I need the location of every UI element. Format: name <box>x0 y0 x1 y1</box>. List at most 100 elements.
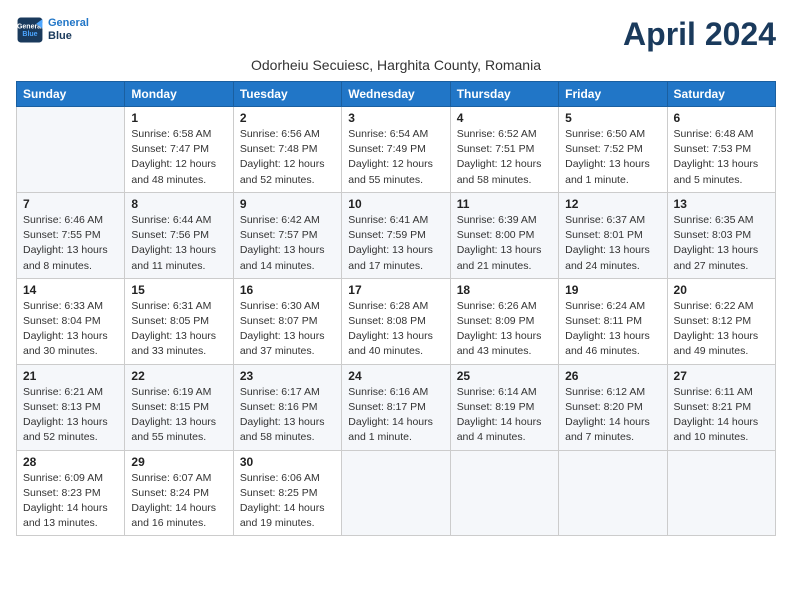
day-info: Sunrise: 6:54 AM Sunset: 7:49 PM Dayligh… <box>348 127 443 188</box>
calendar-cell: 3 Sunrise: 6:54 AM Sunset: 7:49 PM Daylig… <box>342 107 450 193</box>
calendar-cell: 20Sunrise: 6:22 AM Sunset: 8:12 PM Dayli… <box>667 278 775 364</box>
calendar-cell: 6 Sunrise: 6:48 AM Sunset: 7:53 PM Daylig… <box>667 107 775 193</box>
calendar-cell: 14 Sunrise: 6:33 AM Sunset: 8:04 PM Dayli… <box>17 278 125 364</box>
day-number: 19 <box>565 283 660 297</box>
day-info: Sunrise: 6:28 AM Sunset: 8:08 PM Dayligh… <box>348 299 443 360</box>
day-number: 22 <box>131 369 226 383</box>
header: General Blue General Blue April 2024 <box>16 16 776 53</box>
calendar-cell: 25 Sunrise: 6:14 AM Sunset: 8:19 PM Dayli… <box>450 364 558 450</box>
day-number: 30 <box>240 455 335 469</box>
page-subtitle: Odorheiu Secuiesc, Harghita County, Roma… <box>16 57 776 73</box>
day-number: 17 <box>348 283 443 297</box>
day-number: 4 <box>457 111 552 125</box>
weekday-header-thursday: Thursday <box>450 82 558 107</box>
weekday-header-wednesday: Wednesday <box>342 82 450 107</box>
calendar-cell: 30 Sunrise: 6:06 AM Sunset: 8:25 PM Dayli… <box>233 450 341 536</box>
calendar-cell: 7Sunrise: 6:46 AM Sunset: 7:55 PM Daylig… <box>17 192 125 278</box>
day-info: Sunrise: 6:35 AM Sunset: 8:03 PM Dayligh… <box>674 213 769 274</box>
day-number: 16 <box>240 283 335 297</box>
calendar-cell: 23Sunrise: 6:17 AM Sunset: 8:16 PM Dayli… <box>233 364 341 450</box>
day-number: 7 <box>23 197 118 211</box>
day-info: Sunrise: 6:14 AM Sunset: 8:19 PM Dayligh… <box>457 385 552 446</box>
calendar-cell: 19 Sunrise: 6:24 AM Sunset: 8:11 PM Dayli… <box>559 278 667 364</box>
calendar-cell: 9 Sunrise: 6:42 AM Sunset: 7:57 PM Daylig… <box>233 192 341 278</box>
day-number: 3 <box>348 111 443 125</box>
calendar-cell: 24 Sunrise: 6:16 AM Sunset: 8:17 PM Dayli… <box>342 364 450 450</box>
day-info: Sunrise: 6:24 AM Sunset: 8:11 PM Dayligh… <box>565 299 660 360</box>
day-info: Sunrise: 6:37 AM Sunset: 8:01 PM Dayligh… <box>565 213 660 274</box>
day-info: Sunrise: 6:07 AM Sunset: 8:24 PM Dayligh… <box>131 471 226 532</box>
day-info: Sunrise: 6:31 AM Sunset: 8:05 PM Dayligh… <box>131 299 226 360</box>
day-number: 5 <box>565 111 660 125</box>
day-number: 25 <box>457 369 552 383</box>
day-number: 28 <box>23 455 118 469</box>
day-info: Sunrise: 6:30 AM Sunset: 8:07 PM Dayligh… <box>240 299 335 360</box>
day-info: Sunrise: 6:21 AM Sunset: 8:13 PM Dayligh… <box>23 385 118 446</box>
calendar-cell <box>450 450 558 536</box>
page-title: April 2024 <box>623 16 776 53</box>
day-number: 6 <box>674 111 769 125</box>
logo-icon: General Blue <box>16 16 44 44</box>
calendar-cell: 8 Sunrise: 6:44 AM Sunset: 7:56 PM Daylig… <box>125 192 233 278</box>
calendar-cell <box>342 450 450 536</box>
day-number: 24 <box>348 369 443 383</box>
day-info: Sunrise: 6:39 AM Sunset: 8:00 PM Dayligh… <box>457 213 552 274</box>
day-number: 8 <box>131 197 226 211</box>
day-number: 9 <box>240 197 335 211</box>
calendar-cell: 12 Sunrise: 6:37 AM Sunset: 8:01 PM Dayli… <box>559 192 667 278</box>
calendar-cell <box>17 107 125 193</box>
day-number: 10 <box>348 197 443 211</box>
day-number: 27 <box>674 369 769 383</box>
day-number: 23 <box>240 369 335 383</box>
day-number: 26 <box>565 369 660 383</box>
day-info: Sunrise: 6:41 AM Sunset: 7:59 PM Dayligh… <box>348 213 443 274</box>
calendar-cell: 2Sunrise: 6:56 AM Sunset: 7:48 PM Daylig… <box>233 107 341 193</box>
calendar-cell: 1Sunrise: 6:58 AM Sunset: 7:47 PM Daylig… <box>125 107 233 193</box>
day-number: 14 <box>23 283 118 297</box>
day-info: Sunrise: 6:58 AM Sunset: 7:47 PM Dayligh… <box>131 127 226 188</box>
weekday-header-tuesday: Tuesday <box>233 82 341 107</box>
calendar-cell: 29 Sunrise: 6:07 AM Sunset: 8:24 PM Dayli… <box>125 450 233 536</box>
day-info: Sunrise: 6:16 AM Sunset: 8:17 PM Dayligh… <box>348 385 443 446</box>
day-number: 2 <box>240 111 335 125</box>
day-info: Sunrise: 6:48 AM Sunset: 7:53 PM Dayligh… <box>674 127 769 188</box>
day-info: Sunrise: 6:26 AM Sunset: 8:09 PM Dayligh… <box>457 299 552 360</box>
day-number: 20 <box>674 283 769 297</box>
calendar-cell: 22Sunrise: 6:19 AM Sunset: 8:15 PM Dayli… <box>125 364 233 450</box>
calendar-cell: 11 Sunrise: 6:39 AM Sunset: 8:00 PM Dayli… <box>450 192 558 278</box>
weekday-header-friday: Friday <box>559 82 667 107</box>
weekday-header-sunday: Sunday <box>17 82 125 107</box>
calendar-cell: 28 Sunrise: 6:09 AM Sunset: 8:23 PM Dayli… <box>17 450 125 536</box>
day-number: 12 <box>565 197 660 211</box>
day-info: Sunrise: 6:06 AM Sunset: 8:25 PM Dayligh… <box>240 471 335 532</box>
calendar-cell: 10 Sunrise: 6:41 AM Sunset: 7:59 PM Dayli… <box>342 192 450 278</box>
day-number: 11 <box>457 197 552 211</box>
calendar-cell <box>559 450 667 536</box>
day-info: Sunrise: 6:33 AM Sunset: 8:04 PM Dayligh… <box>23 299 118 360</box>
day-info: Sunrise: 6:52 AM Sunset: 7:51 PM Dayligh… <box>457 127 552 188</box>
calendar-cell: 13 Sunrise: 6:35 AM Sunset: 8:03 PM Dayli… <box>667 192 775 278</box>
weekday-header-saturday: Saturday <box>667 82 775 107</box>
calendar-cell: 21Sunrise: 6:21 AM Sunset: 8:13 PM Dayli… <box>17 364 125 450</box>
calendar-cell: 5 Sunrise: 6:50 AM Sunset: 7:52 PM Daylig… <box>559 107 667 193</box>
calendar-cell: 26 Sunrise: 6:12 AM Sunset: 8:20 PM Dayli… <box>559 364 667 450</box>
day-info: Sunrise: 6:42 AM Sunset: 7:57 PM Dayligh… <box>240 213 335 274</box>
logo-text: General Blue <box>48 17 89 43</box>
calendar-cell: 17 Sunrise: 6:28 AM Sunset: 8:08 PM Dayli… <box>342 278 450 364</box>
calendar-cell: 27 Sunrise: 6:11 AM Sunset: 8:21 PM Dayli… <box>667 364 775 450</box>
day-number: 13 <box>674 197 769 211</box>
calendar-table: SundayMondayTuesdayWednesdayThursdayFrid… <box>16 81 776 536</box>
day-number: 29 <box>131 455 226 469</box>
logo: General Blue General Blue <box>16 16 89 44</box>
day-info: Sunrise: 6:12 AM Sunset: 8:20 PM Dayligh… <box>565 385 660 446</box>
svg-text:Blue: Blue <box>22 31 37 38</box>
day-info: Sunrise: 6:44 AM Sunset: 7:56 PM Dayligh… <box>131 213 226 274</box>
calendar-cell: 15Sunrise: 6:31 AM Sunset: 8:05 PM Dayli… <box>125 278 233 364</box>
calendar-cell <box>667 450 775 536</box>
weekday-header-monday: Monday <box>125 82 233 107</box>
day-info: Sunrise: 6:50 AM Sunset: 7:52 PM Dayligh… <box>565 127 660 188</box>
day-info: Sunrise: 6:09 AM Sunset: 8:23 PM Dayligh… <box>23 471 118 532</box>
day-number: 18 <box>457 283 552 297</box>
day-info: Sunrise: 6:11 AM Sunset: 8:21 PM Dayligh… <box>674 385 769 446</box>
calendar-cell: 16 Sunrise: 6:30 AM Sunset: 8:07 PM Dayli… <box>233 278 341 364</box>
